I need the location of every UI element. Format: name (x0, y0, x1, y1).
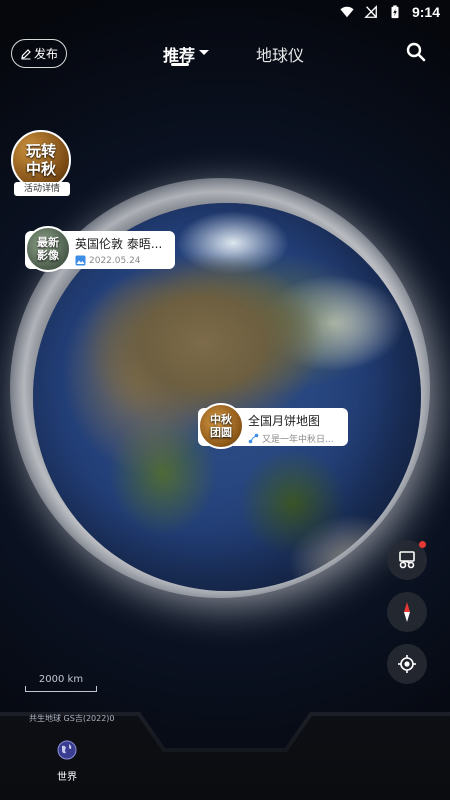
chevron-down-icon[interactable] (199, 50, 209, 55)
search-icon[interactable] (405, 41, 427, 63)
card-subtitle-row: 又是一年中秋日... (248, 432, 348, 445)
compass-button[interactable] (387, 592, 427, 632)
globe-icon (57, 740, 77, 760)
map-card-london[interactable]: 最新 影像 英国伦敦 泰晤... 2022.05.24 (25, 226, 175, 272)
event-details-link[interactable]: 活动详情 (14, 182, 70, 196)
event-image-text-2: 中秋 (25, 160, 56, 178)
locate-button[interactable] (387, 644, 427, 684)
status-time: 9:14 (411, 4, 440, 20)
card-avatar: 中秋 团圆 (198, 403, 244, 449)
publish-label: 发布 (33, 47, 58, 61)
map-card-mooncake[interactable]: 中秋 团圆 全国月饼地图 又是一年中秋日... (198, 403, 348, 449)
edit-icon (21, 48, 31, 59)
card-avatar-text-2: 团圆 (210, 426, 232, 439)
image-icon (75, 255, 86, 266)
top-bar: 发布 推荐 地球仪 (0, 36, 450, 72)
event-image-text-1: 玩转 (25, 142, 56, 160)
status-bar: 9:14 (0, 0, 450, 24)
map-screen: 9:14 发布 推荐 地球仪 玩转 中秋 活动详情 最新 影像 英国伦敦 泰晤.… (0, 0, 450, 800)
signal-icon (364, 5, 377, 18)
tab-globe[interactable]: 地球仪 (256, 42, 304, 66)
active-tab-indicator (171, 63, 189, 66)
compass-icon (404, 602, 410, 622)
card-date: 2022.05.24 (89, 255, 141, 266)
card-title: 英国伦敦 泰晤... (75, 237, 163, 251)
card-avatar: 最新 影像 (25, 226, 71, 272)
locate-icon (398, 655, 416, 673)
notification-dot (419, 541, 426, 548)
battery-icon (391, 5, 399, 19)
scale-bar (25, 686, 97, 692)
map-copyright: 共生地球 GS吉(2022)02 (29, 714, 115, 723)
event-image[interactable]: 玩转 中秋 (11, 130, 71, 190)
card-subtitle-row: 2022.05.24 (75, 255, 175, 266)
route-icon (248, 433, 259, 444)
card-description: 又是一年中秋日... (262, 435, 334, 445)
measure-tools-icon (399, 551, 415, 569)
publish-button[interactable]: 发布 (11, 39, 67, 68)
scale-label: 2000 km (38, 674, 84, 685)
card-avatar-text-2: 影像 (37, 249, 59, 262)
nav-world[interactable]: 世界 (52, 740, 82, 783)
map-scale: 2000 km (25, 674, 97, 692)
event-badge[interactable]: 玩转 中秋 活动详情 (11, 130, 73, 196)
wifi-icon (340, 6, 354, 18)
bottom-nav: 世界 (0, 712, 450, 800)
tools-button[interactable] (387, 540, 427, 580)
card-avatar-text-1: 中秋 (210, 413, 232, 426)
card-avatar-text-1: 最新 (37, 236, 59, 249)
card-title: 全国月饼地图 (248, 414, 321, 428)
nav-world-label: 世界 (57, 772, 77, 783)
